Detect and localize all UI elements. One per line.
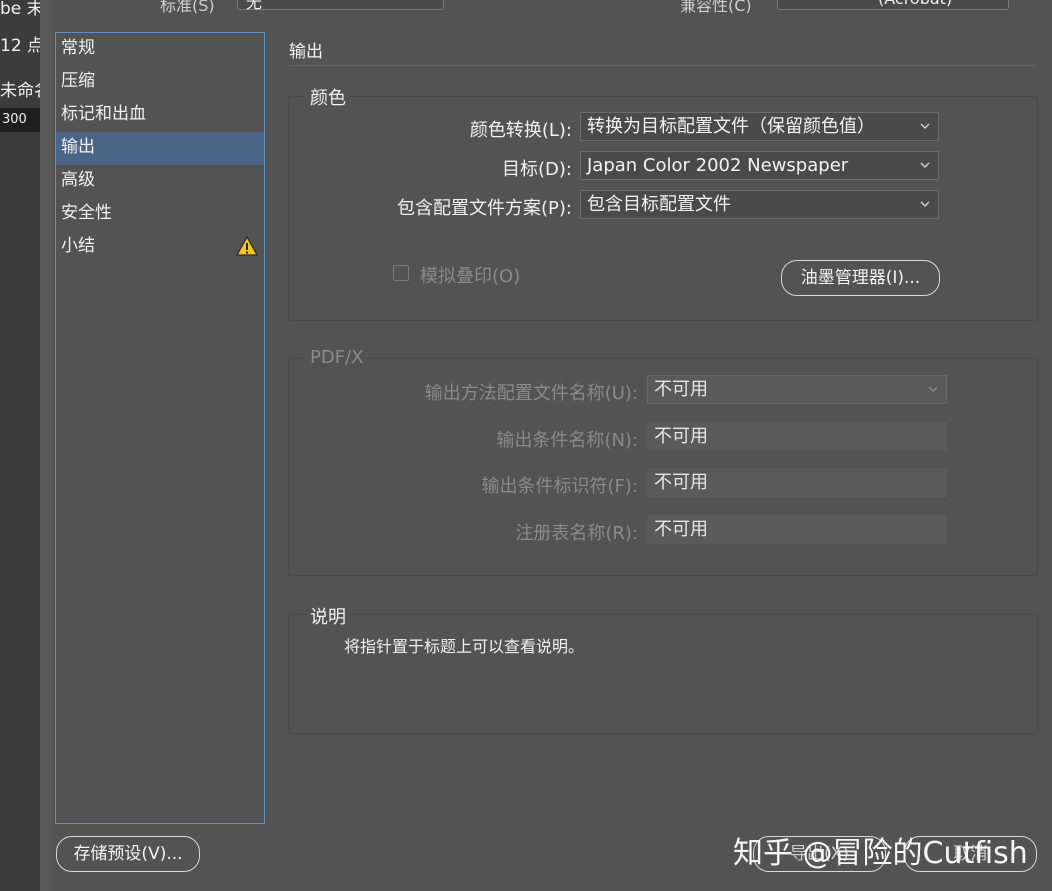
description-group-label: 说明 [306,603,350,629]
background-app-panel: be 末 12 点 未命名 300 [0,0,40,891]
simulate-overprint-checkbox[interactable] [393,265,409,281]
category-output[interactable]: 输出 [56,132,264,165]
profile-policy-dropdown[interactable]: 包含目标配置文件 [580,190,939,219]
category-summary[interactable]: 小结 [56,231,264,264]
category-advanced[interactable]: 高级 [56,165,264,198]
chevron-down-icon [920,201,930,207]
chevron-down-icon [920,123,930,129]
background-app-title: be 末 [0,0,40,19]
output-condition-id-label: 输出条件标识符(F): [481,476,638,497]
profile-policy-label: 包含配置文件方案(P): [397,198,572,219]
background-font-size: 12 点 [0,36,40,56]
simulate-overprint-label: 模拟叠印(O) [420,266,521,287]
title-divider [289,65,1036,66]
output-condition-id-field[interactable]: 不可用 [647,468,947,497]
category-compression[interactable]: 压缩 [56,66,264,99]
chevron-down-icon [928,386,938,392]
output-intent-label: 输出方法配置文件名称(U): [424,383,638,404]
background-divider [40,0,52,891]
save-preset-button[interactable]: 存储预设(V)... [56,836,200,872]
standard-select[interactable]: 无 [237,0,444,12]
output-intent-dropdown[interactable]: 不可用 [647,375,947,404]
compatibility-select[interactable]: (Acrobat) [777,0,1009,10]
description-text: 将指针置于标题上可以查看说明。 [344,637,585,656]
category-marks-bleeds[interactable]: 标记和出血 [56,99,264,132]
destination-dropdown[interactable]: Japan Color 2002 Newspaper [580,151,939,180]
description-group [288,614,1038,734]
category-security[interactable]: 安全性 [56,198,264,231]
color-conversion-dropdown[interactable]: 转换为目标配置文件（保留颜色值） [580,112,939,141]
destination-label: 目标(D): [502,159,572,180]
registry-name-label: 注册表名称(R): [515,523,638,544]
chevron-down-icon [920,162,930,168]
category-general[interactable]: 常规 [56,33,264,66]
category-list[interactable]: 常规 压缩 标记和出血 输出 高级 安全性 小结 [55,32,265,824]
compatibility-label: 兼容性(C) [680,0,752,15]
page-title: 输出 [289,42,323,62]
background-value-field: 300 [0,108,40,132]
warning-triangle-icon [236,236,258,256]
registry-name-field[interactable]: 不可用 [647,515,947,544]
color-conversion-label: 颜色转换(L): [469,120,572,141]
output-condition-name-field[interactable]: 不可用 [647,422,947,451]
ink-manager-button[interactable]: 油墨管理器(I)... [781,260,940,296]
output-condition-name-label: 输出条件名称(N): [496,430,638,451]
pdfx-group-label: PDF/X [306,347,368,368]
color-group-label: 颜色 [306,84,350,110]
background-doc-name: 未命名 [0,81,40,101]
standard-label: 标准(S) [160,0,215,15]
watermark-text: 知乎 @冒险的Cutfish [733,836,1028,871]
